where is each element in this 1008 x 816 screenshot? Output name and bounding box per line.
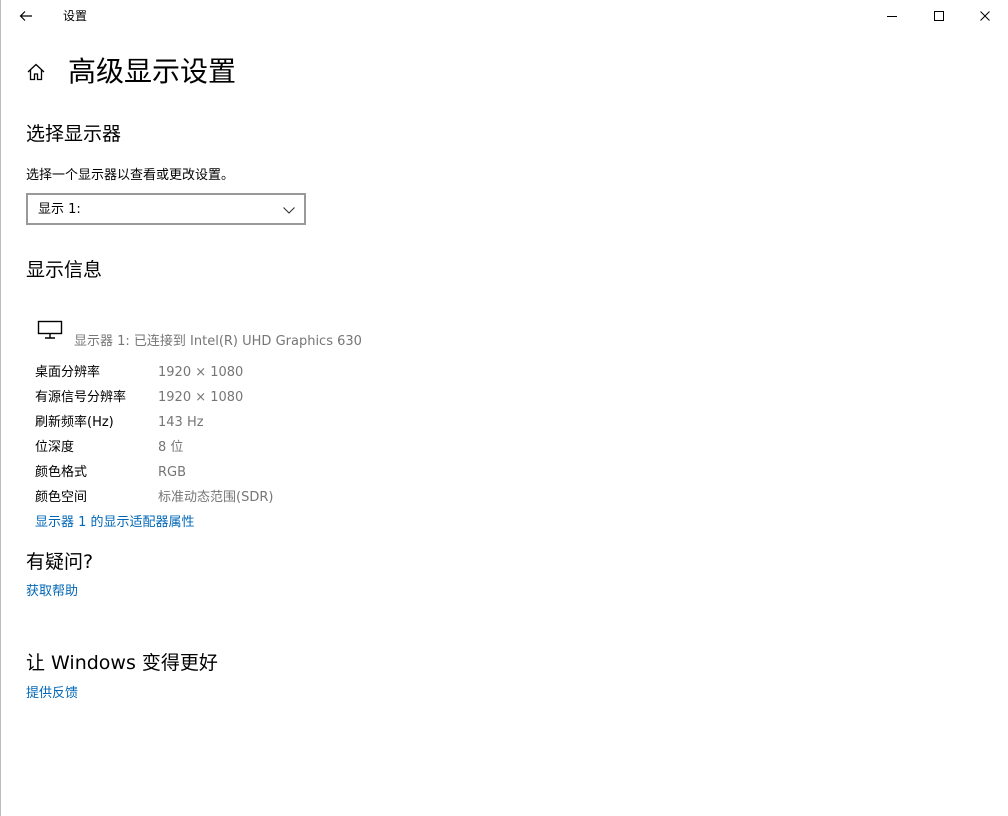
give-feedback-link[interactable]: 提供反馈: [26, 685, 78, 703]
display-info-heading: 显示信息: [26, 259, 103, 281]
chevron-down-icon: [283, 207, 295, 214]
info-label-active-signal-resolution: 有源信号分辨率: [35, 390, 127, 405]
info-label-refresh-rate: 刷新频率(Hz): [35, 415, 114, 430]
info-value-active-signal-resolution: 1920 × 1080: [158, 390, 244, 405]
monitor-caption: 显示器 1: 已连接到 Intel(R) UHD Graphics 630: [74, 334, 362, 349]
info-value-color-space: 标准动态范围(SDR): [158, 490, 274, 505]
minimize-button[interactable]: [869, 0, 915, 32]
info-label-bit-depth: 位深度: [35, 440, 75, 455]
feedback-heading: 让 Windows 变得更好: [26, 652, 218, 674]
display-select-dropdown[interactable]: 显示 1:: [26, 193, 306, 225]
help-heading: 有疑问?: [26, 551, 94, 573]
close-button[interactable]: [962, 0, 1008, 32]
title-bar: 设置: [1, 0, 1007, 32]
dropdown-selected-value: 显示 1:: [38, 202, 81, 217]
minimize-icon: [887, 16, 897, 17]
back-arrow-icon: [19, 11, 32, 21]
info-label-color-space: 颜色空间: [35, 490, 88, 505]
select-display-heading: 选择显示器: [26, 123, 122, 145]
back-button[interactable]: [7, 0, 45, 32]
info-value-bit-depth: 8 位: [158, 440, 184, 455]
get-help-link[interactable]: 获取帮助: [26, 583, 78, 601]
info-value-color-format: RGB: [158, 465, 187, 480]
settings-window: 设置 高级显示设置 选择显示器 选择一个显示器以查看或更改设置。 显示 1: 显: [0, 0, 1007, 816]
close-icon: [980, 11, 990, 21]
monitor-icon: [37, 320, 63, 339]
maximize-icon: [934, 11, 944, 21]
info-label-desktop-resolution: 桌面分辨率: [35, 365, 101, 380]
info-value-refresh-rate: 143 Hz: [158, 415, 204, 430]
home-icon[interactable]: [25, 61, 47, 83]
info-label-color-format: 颜色格式: [35, 465, 88, 480]
page-title: 高级显示设置: [68, 55, 237, 88]
display-adapter-properties-link[interactable]: 显示器 1 的显示适配器属性: [35, 514, 195, 532]
info-value-desktop-resolution: 1920 × 1080: [158, 365, 244, 380]
window-title: 设置: [63, 9, 88, 23]
select-display-description: 选择一个显示器以查看或更改设置。: [26, 168, 235, 183]
maximize-button[interactable]: [916, 0, 962, 32]
